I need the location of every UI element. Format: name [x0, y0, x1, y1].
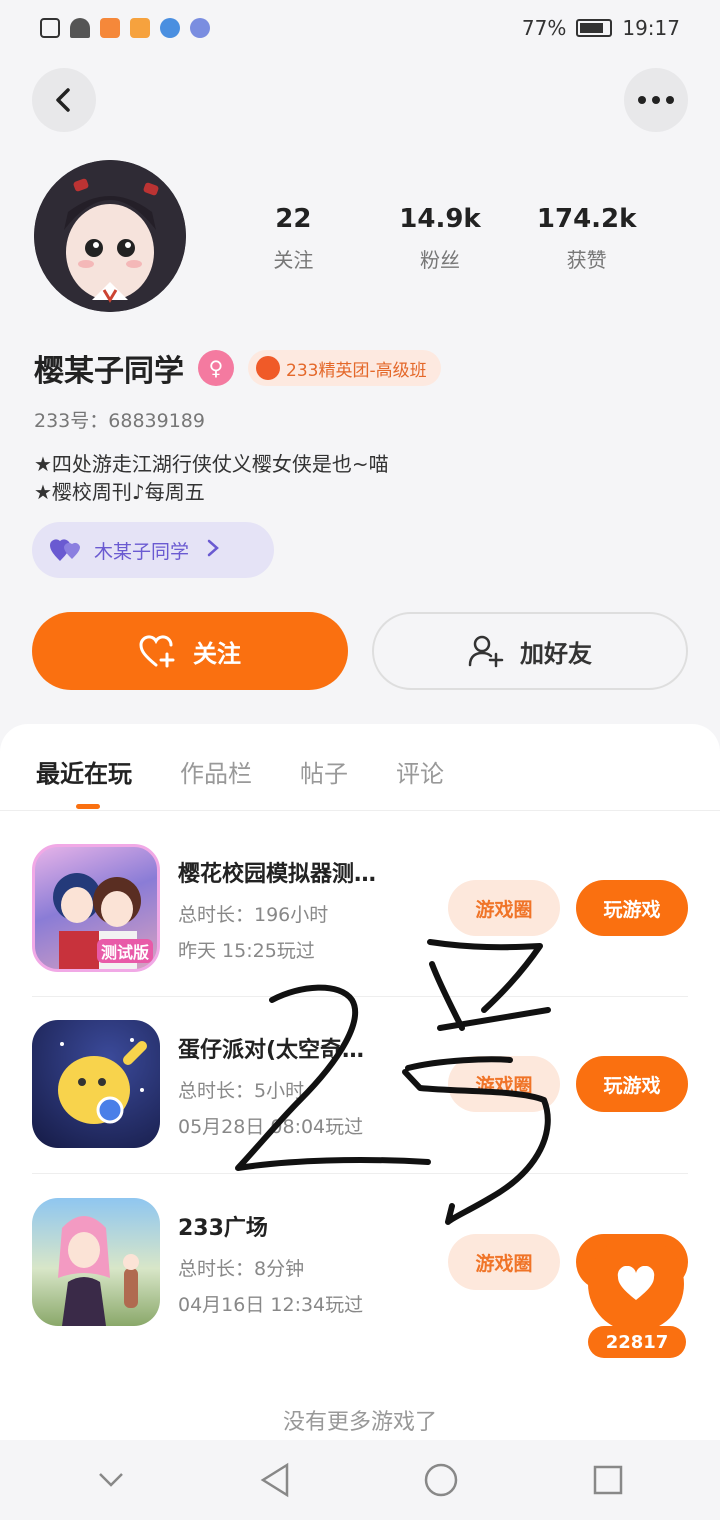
stat-value: 14.9k	[399, 204, 481, 234]
stat-likes[interactable]: 174.2k 获赞	[513, 204, 660, 273]
status-bar: 77% 19:17	[0, 0, 720, 56]
tab-posts[interactable]: 帖子	[300, 754, 348, 789]
profile-name: 樱某子同学	[34, 354, 184, 389]
home-circle-icon[interactable]	[423, 1462, 459, 1498]
stat-following[interactable]: 22 关注	[220, 204, 367, 273]
group-badge[interactable]: 233精英团-高级班	[248, 350, 441, 386]
game-last-played: 04月16日 12:34玩过	[178, 1294, 364, 1316]
back-button[interactable]	[32, 68, 96, 132]
badge-emblem-icon	[256, 356, 280, 380]
follow-button[interactable]: 关注	[32, 612, 348, 690]
game-last-played: 昨天 15:25玩过	[178, 940, 315, 962]
tab-comments[interactable]: 评论	[396, 754, 444, 789]
test-version-badge: 测试版	[96, 939, 153, 963]
recents-square-icon[interactable]	[592, 1464, 624, 1496]
stat-label: 关注	[273, 248, 314, 272]
app-icon	[160, 18, 180, 38]
stat-label: 获赞	[566, 248, 607, 272]
uid-label: 233号：	[34, 410, 109, 432]
add-user-icon	[468, 635, 504, 668]
no-more-games-text: 没有更多游戏了	[282, 1410, 437, 1435]
name-row: 樱某子同学 ♀ 233精英团-高级班	[34, 346, 441, 390]
stat-followers[interactable]: 14.9k 粉丝	[367, 204, 514, 273]
linked-account-pill[interactable]: 木某子同学	[32, 522, 274, 578]
game-icon	[32, 1020, 160, 1148]
game-circle-button[interactable]: 游戏圈	[448, 1056, 560, 1112]
tab-bar: 最近在玩 作品栏 帖子 评论	[36, 754, 444, 789]
game-last-played: 05月28日 08:04玩过	[178, 1116, 364, 1138]
music-icon	[190, 18, 210, 38]
like-count-badge: 22817	[588, 1326, 686, 1358]
battery-icon	[576, 19, 613, 37]
game-duration: 总时长：5小时	[178, 1080, 305, 1102]
alert-icon	[40, 18, 60, 38]
heart-icon	[617, 1266, 655, 1300]
add-friend-label: 加好友	[520, 639, 592, 668]
game-row[interactable]: 蛋仔派对(太空奇… 总时长：5小时 05月28日 08:04玩过 游戏圈 玩游戏	[32, 1020, 688, 1150]
uid-value: 68839189	[108, 410, 205, 432]
more-dots-icon	[638, 96, 674, 104]
more-button[interactable]	[624, 68, 688, 132]
female-gender-icon: ♀	[198, 350, 234, 386]
bio-line: ★樱校周刊♪每周五	[34, 480, 205, 504]
game-duration: 总时长：8分钟	[178, 1258, 305, 1280]
game-circle-button[interactable]: 游戏圈	[448, 880, 560, 936]
stat-label: 粉丝	[420, 248, 460, 272]
bio-line: ★四处游走江湖行侠仗义樱女侠是也~喵	[34, 452, 389, 476]
follow-label: 关注	[193, 639, 241, 668]
back-triangle-icon[interactable]	[259, 1462, 291, 1498]
app-icon	[100, 18, 120, 38]
game-title: 蛋仔派对(太空奇…	[178, 1038, 365, 1063]
system-nav-bar	[0, 1440, 720, 1520]
divider	[0, 810, 720, 811]
app-icon	[130, 18, 150, 38]
bio: ★四处游走江湖行侠仗义樱女侠是也~喵 ★樱校周刊♪每周五	[34, 450, 389, 506]
active-tab-indicator	[76, 804, 100, 809]
clock: 19:17	[622, 16, 680, 40]
linked-account-name: 木某子同学	[94, 540, 190, 563]
game-row[interactable]: 测试版 樱花校园模拟器测… 总时长：196小时 昨天 15:25玩过 游戏圈 玩…	[32, 844, 688, 974]
game-icon: 测试版	[32, 844, 160, 972]
badge-label: 233精英团-高级班	[286, 360, 427, 381]
divider	[32, 996, 688, 997]
tab-works[interactable]: 作品栏	[180, 754, 252, 789]
game-duration: 总时长：196小时	[178, 904, 329, 926]
chevron-left-icon	[56, 88, 70, 112]
game-row[interactable]: 233广场 总时长：8分钟 04月16日 12:34玩过 游戏圈 玩游戏	[32, 1198, 688, 1328]
heart-plus-icon	[139, 635, 175, 668]
divider	[32, 1173, 688, 1174]
game-title: 樱花校园模拟器测…	[178, 862, 377, 887]
avatar[interactable]	[34, 160, 186, 312]
add-friend-button[interactable]: 加好友	[372, 612, 688, 690]
stat-value: 22	[275, 204, 312, 234]
stat-value: 174.2k	[536, 204, 637, 234]
hearts-icon	[50, 539, 80, 561]
play-game-button[interactable]: 玩游戏	[576, 1056, 688, 1112]
battery-percent: 77%	[521, 16, 567, 40]
floating-like-button[interactable]	[588, 1236, 684, 1332]
game-icon	[32, 1198, 160, 1326]
wifi-icon	[70, 18, 90, 38]
status-icons	[40, 18, 210, 38]
chevron-right-icon	[207, 539, 219, 562]
play-game-button[interactable]: 玩游戏	[576, 880, 688, 936]
profile-stats: 22 关注 14.9k 粉丝 174.2k 获赞	[220, 204, 660, 273]
game-circle-button[interactable]: 游戏圈	[448, 1234, 560, 1290]
avatar-illustration	[34, 160, 186, 312]
tab-recently-played[interactable]: 最近在玩	[36, 754, 132, 789]
user-id: 233号：68839189	[34, 406, 205, 433]
game-title: 233广场	[178, 1216, 268, 1241]
chevron-down-icon[interactable]	[96, 1470, 126, 1490]
